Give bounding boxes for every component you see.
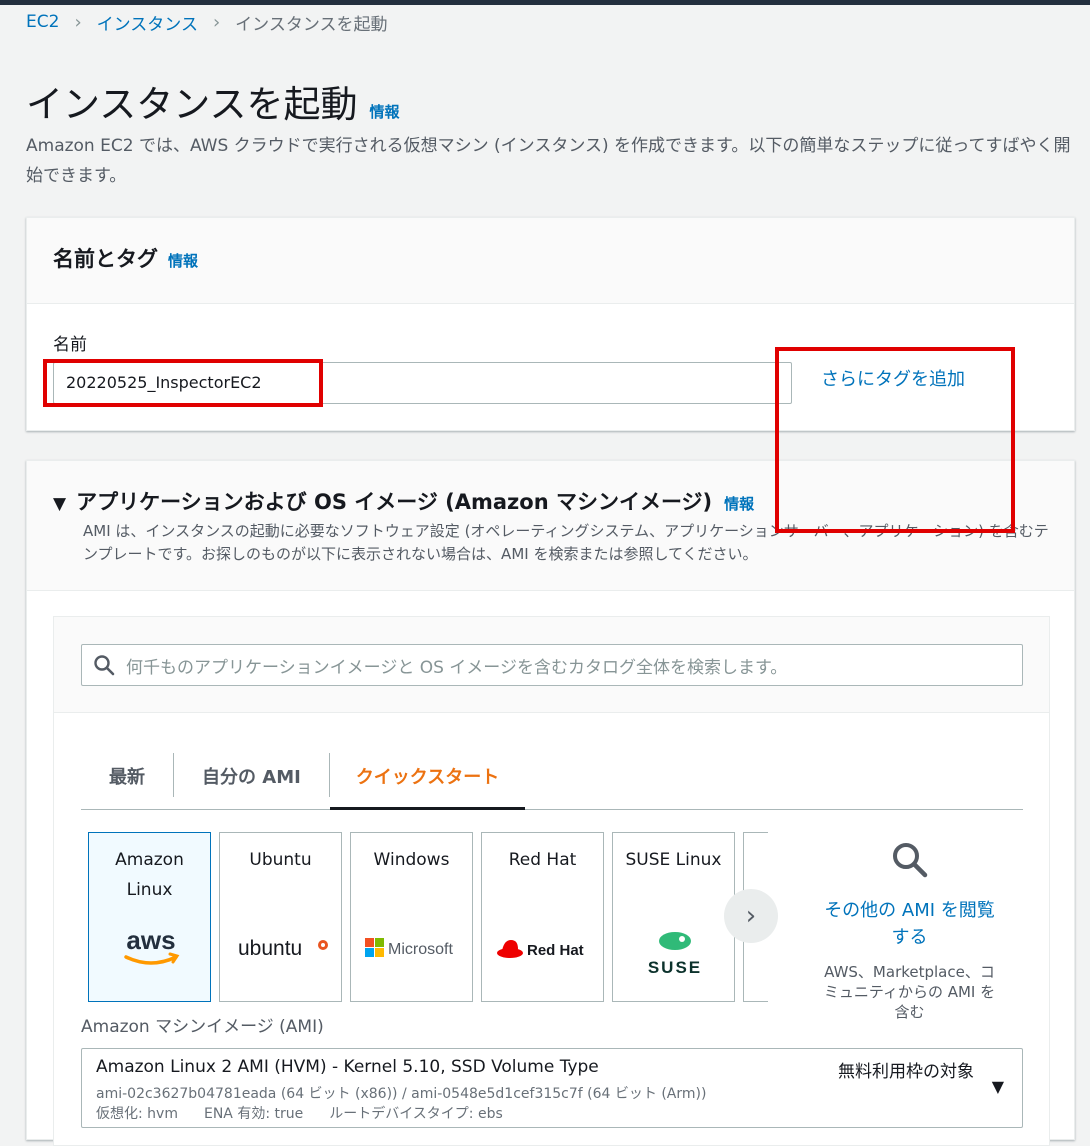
breadcrumb: EC2 › インスタンス › インスタンスを起動 — [26, 10, 388, 35]
ami-search-area: 何千ものアプリケーションイメージと OS イメージを含むカタログ全体を検索します… — [54, 617, 1049, 713]
chevron-right-icon: › — [745, 901, 757, 931]
name-input[interactable]: 20220525_InspectorEC2 — [53, 362, 792, 404]
ami-ena: ENA 有効: true — [203, 1106, 304, 1122]
ami-browser: 何千ものアプリケーションイメージと OS イメージを含むカタログ全体を検索します… — [53, 616, 1050, 1146]
breadcrumb-separator-icon: › — [74, 11, 82, 33]
page-description: Amazon EC2 では、AWS クラウドで実行される仮想マシン (インスタン… — [26, 136, 1071, 186]
ami-panel-header: ▼ アプリケーションおよび OS イメージ (Amazon マシンイメージ) 情… — [27, 461, 1074, 591]
aws-logo-icon: aws — [89, 925, 212, 969]
page-info-link[interactable]: 情報 — [370, 101, 400, 122]
aws-logo-text: aws — [126, 925, 175, 955]
os-tile-label: SUSE Linux — [625, 850, 722, 870]
search-placeholder: 何千ものアプリケーションイメージと OS イメージを含むカタログ全体を検索します… — [126, 657, 788, 678]
os-tile-label: Red Hat — [508, 850, 577, 870]
breadcrumb-ec2-link[interactable]: EC2 — [26, 12, 59, 32]
browse-more-amis-link[interactable]: その他の AMI を閲覧する — [802, 897, 1017, 951]
os-tile-suse-linux[interactable]: SUSE Linux SUSE — [612, 832, 735, 1002]
ubuntu-logo-icon: ubuntu — [220, 933, 343, 963]
ami-panel: ▼ アプリケーションおよび OS イメージ (Amazon マシンイメージ) 情… — [26, 460, 1075, 1146]
red-hat-logo-icon: Red Hat — [482, 935, 605, 963]
ami-section-description: AMI は、インスタンスの起動に必要なソフトウェア設定 (オペレーティングシステ… — [83, 522, 1049, 563]
os-tiles: Amazon Linux aws Ubuntu ubuntu Windows M… — [88, 832, 768, 1002]
next-tiles-button[interactable]: › — [724, 889, 778, 943]
browse-more-amis-description: AWS、Marketplace、コミュニティからの AMI を含む — [823, 963, 996, 1021]
top-bar — [0, 0, 1090, 5]
microsoft-logo-text: Microsoft — [388, 941, 453, 958]
search-icon — [893, 843, 928, 878]
tab-recent[interactable]: 最新 — [81, 748, 173, 808]
os-tile-label: Ubuntu — [249, 850, 312, 870]
breadcrumb-current: インスタンスを起動 — [235, 14, 388, 35]
os-tile-ubuntu[interactable]: Ubuntu ubuntu — [219, 832, 342, 1002]
ami-selected-title: Amazon Linux 2 AMI (HVM) - Kernel 5.10, … — [96, 1057, 599, 1077]
add-tags-link[interactable]: さらにタグを追加 — [821, 363, 965, 397]
browse-more-amis[interactable]: その他の AMI を閲覧する AWS、Marketplace、コミュニティからの… — [802, 810, 1017, 1034]
microsoft-logo-icon: Microsoft — [351, 935, 474, 961]
ami-tabs: 最新 自分の AMI クイックスタート — [81, 748, 1023, 810]
os-tile-red-hat[interactable]: Red Hat Red Hat — [481, 832, 604, 1002]
name-tags-panel: 名前とタグ 情報 名前 20220525_InspectorEC2 さらにタグを… — [26, 217, 1075, 431]
ami-selected-ids: ami-02c3627b04781eada (64 ビット (x86)) / a… — [96, 1086, 707, 1102]
suse-logo-text: SUSE — [647, 958, 701, 977]
breadcrumb-separator-icon: › — [212, 11, 221, 33]
red-hat-logo-text: Red Hat — [527, 942, 584, 959]
ami-selected-meta: 仮想化: hvm ENA 有効: true ルートデバイスタイプ: ebs — [96, 1103, 503, 1123]
os-tile-windows[interactable]: Windows Microsoft — [350, 832, 473, 1002]
collapse-caret-icon[interactable]: ▼ — [53, 494, 66, 514]
name-tags-header: 名前とタグ 情報 — [27, 218, 1074, 304]
ubuntu-logo-text: ubuntu — [238, 937, 302, 960]
name-tags-title: 名前とタグ — [53, 247, 158, 271]
ami-section-title: アプリケーションおよび OS イメージ (Amazon マシンイメージ) — [76, 490, 713, 514]
ami-virtualization: 仮想化: hvm — [96, 1106, 178, 1122]
tab-my-ami[interactable]: 自分の AMI — [174, 748, 329, 808]
search-icon — [94, 655, 115, 676]
breadcrumb-instances-link[interactable]: インスタンス — [97, 10, 198, 35]
page-header: インスタンスを起動 情報 — [26, 74, 400, 128]
os-tile-label: Windows — [373, 850, 450, 870]
name-tags-info-link[interactable]: 情報 — [168, 250, 198, 271]
ami-select-label: Amazon マシンイメージ (AMI) — [81, 1017, 324, 1037]
ami-select[interactable]: Amazon Linux 2 AMI (HVM) - Kernel 5.10, … — [81, 1048, 1023, 1128]
suse-logo-icon: SUSE — [613, 929, 736, 979]
ami-info-link[interactable]: 情報 — [724, 493, 754, 514]
ami-search-input[interactable]: 何千ものアプリケーションイメージと OS イメージを含むカタログ全体を検索します… — [81, 644, 1023, 686]
tab-quick-start[interactable]: クイックスタート — [329, 748, 526, 810]
dropdown-caret-icon: ▼ — [991, 1077, 1004, 1096]
free-tier-badge: 無料利用枠の対象 — [838, 1062, 974, 1082]
ami-root-device: ルートデバイスタイプ: ebs — [329, 1106, 503, 1122]
os-tile-label: Amazon Linux — [115, 850, 184, 900]
name-label: 名前 — [53, 335, 87, 355]
os-tile-amazon-linux[interactable]: Amazon Linux aws — [88, 832, 211, 1002]
page-title: インスタンスを起動 — [26, 83, 358, 126]
